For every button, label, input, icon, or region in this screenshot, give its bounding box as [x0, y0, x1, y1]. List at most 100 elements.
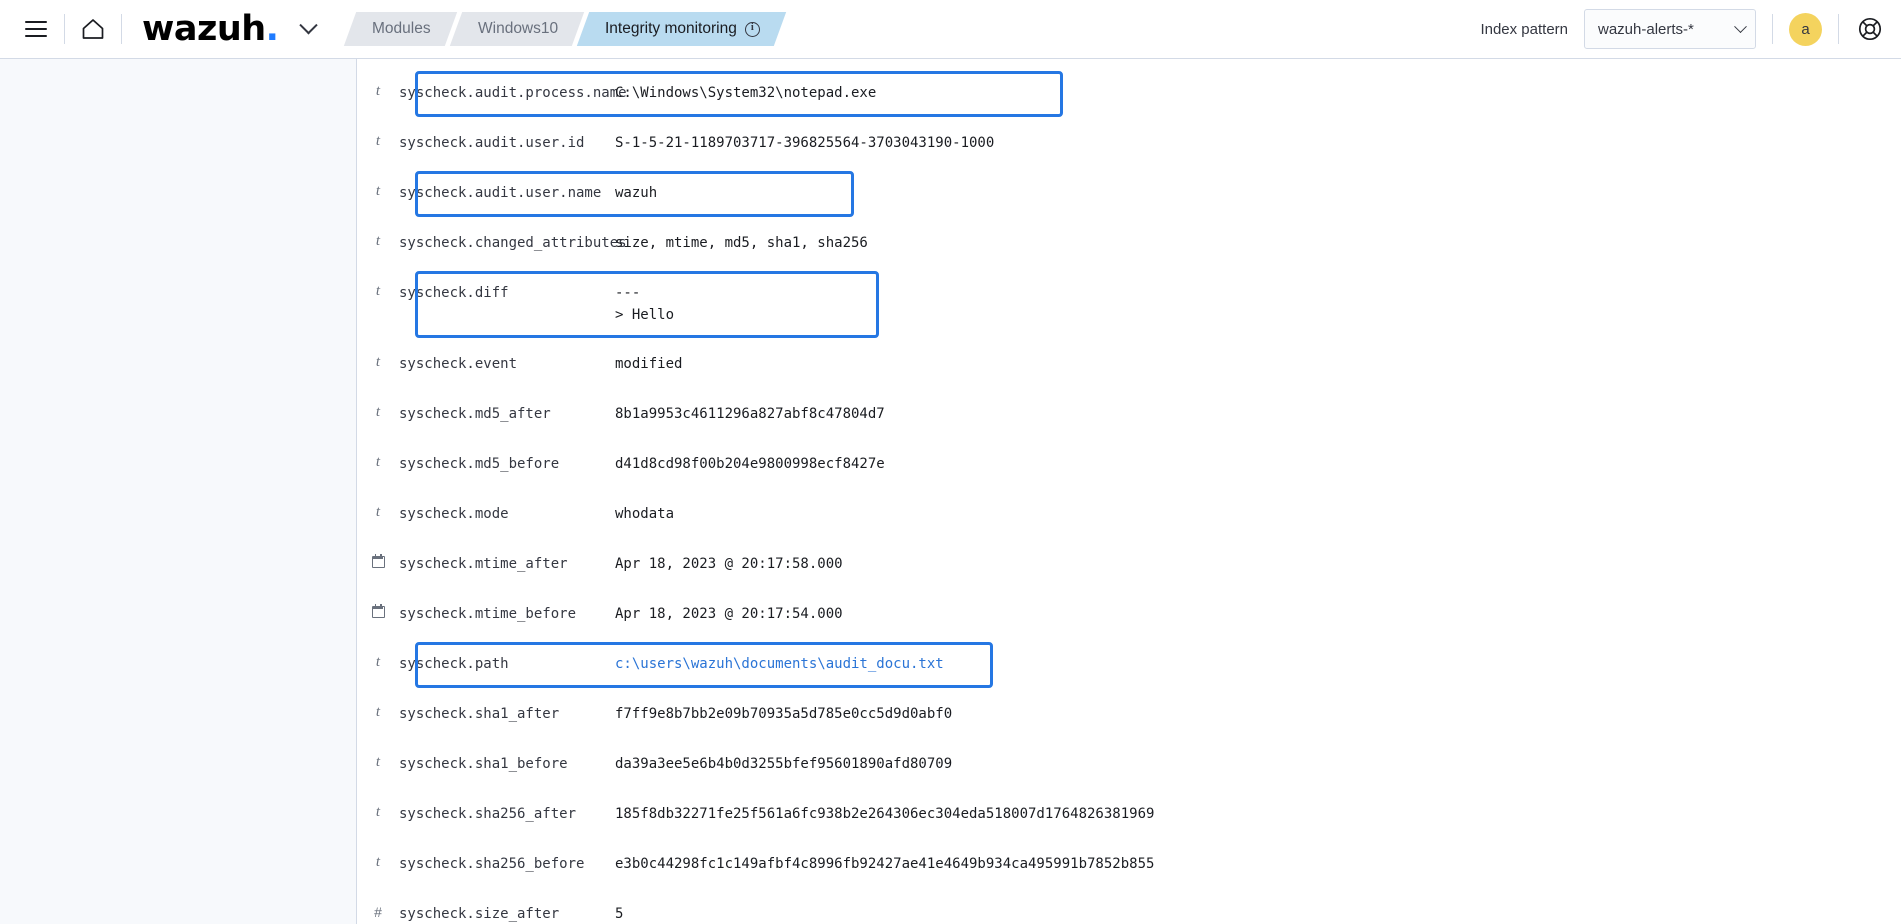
- nav-divider-3: [1772, 14, 1773, 44]
- document-field-row: # syscheck.size_after 5: [357, 890, 1901, 924]
- document-field-row: t syscheck.event modified: [357, 340, 1901, 390]
- breadcrumb-label: Modules: [372, 20, 432, 37]
- nav-divider-2: [121, 14, 122, 44]
- field-value: modified: [615, 355, 683, 372]
- string-type-icon: t: [375, 853, 381, 870]
- index-pattern-select[interactable]: wazuh-alerts-*: [1584, 9, 1756, 49]
- string-type-icon: t: [375, 183, 381, 199]
- string-type-icon: t: [375, 803, 381, 820]
- index-pattern-value: wazuh-alerts-*: [1598, 20, 1694, 38]
- document-field-row: t syscheck.audit.process.name C:\Windows\S…: [357, 69, 1901, 119]
- field-name: syscheck.mode: [399, 505, 509, 522]
- help-button[interactable]: [1855, 7, 1885, 51]
- string-type-icon: t: [375, 283, 381, 299]
- field-value: Apr 18, 2023 @ 20:17:54.000: [615, 605, 843, 622]
- breadcrumb: Modules Windows10 Integrity monitoring i: [344, 12, 787, 46]
- document-field-row: t syscheck.sha256_before e3b0c44298fc1c149…: [357, 840, 1901, 890]
- field-name: syscheck.sha256_before: [399, 855, 585, 872]
- field-name: syscheck.sha1_before: [399, 755, 568, 772]
- document-field-row: t syscheck.md5_before d41d8cd98f00b204e980…: [357, 440, 1901, 490]
- string-type-icon: t: [375, 703, 381, 720]
- string-type-icon: t: [375, 753, 381, 770]
- document-field-row: t syscheck.sha1_after f7ff9e8b7bb2e09b7093…: [357, 690, 1901, 740]
- field-name: syscheck.path: [399, 655, 509, 672]
- logo-dropdown-button[interactable]: [288, 7, 328, 51]
- field-name: syscheck.md5_after: [399, 405, 551, 422]
- field-value: size, mtime, md5, sha1, sha256: [615, 235, 868, 251]
- field-name: syscheck.audit.user.name: [399, 185, 602, 201]
- field-value: wazuh: [615, 185, 658, 201]
- document-field-row: t syscheck.sha1_before da39a3ee5e6b4b0d325…: [357, 740, 1901, 790]
- field-name: syscheck.mtime_before: [399, 605, 577, 622]
- breadcrumb-item-modules[interactable]: Modules: [344, 12, 458, 46]
- field-name: syscheck.event: [399, 355, 518, 372]
- field-value: d41d8cd98f00b204e9800998ecf8427e: [615, 455, 885, 472]
- avatar[interactable]: a: [1789, 12, 1822, 46]
- document-field-row: t syscheck.path c:\users\wazuh\documents\a…: [357, 640, 1901, 690]
- hamburger-menu-button[interactable]: [14, 7, 58, 51]
- field-value: C:\Windows\System32\notepad.exe: [615, 85, 877, 101]
- string-type-icon: t: [375, 83, 381, 99]
- document-field-row: t syscheck.changed_attributes size, mtime,…: [357, 219, 1901, 269]
- field-name: syscheck.audit.user.id: [399, 135, 585, 151]
- left-gutter: [0, 59, 357, 924]
- nav-left-group: wazuh. Modules Windows10 Integrity monit…: [14, 0, 787, 58]
- help-lifebuoy-icon: [1858, 17, 1882, 41]
- nav-divider-4: [1838, 14, 1839, 44]
- chevron-down-icon: [299, 15, 318, 34]
- string-type-icon: t: [375, 653, 381, 670]
- top-navigation-bar: wazuh. Modules Windows10 Integrity monit…: [0, 0, 1901, 59]
- home-button[interactable]: [71, 7, 115, 51]
- field-name: syscheck.audit.process.name: [399, 85, 627, 101]
- string-type-icon: t: [375, 403, 381, 420]
- string-type-icon: t: [375, 353, 381, 370]
- field-value: whodata: [615, 505, 675, 522]
- nav-right-group: Index pattern wazuh-alerts-* a: [1480, 0, 1885, 58]
- field-name: syscheck.mtime_after: [399, 555, 568, 572]
- field-name: syscheck.sha256_after: [399, 805, 577, 822]
- field-name: syscheck.size_after: [399, 905, 560, 922]
- field-value: 8b1a9953c4611296a827abf8c47804d7: [615, 405, 885, 422]
- number-type-icon: #: [374, 903, 382, 920]
- home-icon: [82, 19, 104, 39]
- document-field-row: t syscheck.md5_after 8b1a9953c4611296a827a…: [357, 390, 1901, 440]
- hamburger-menu-icon: [25, 21, 47, 37]
- document-field-list: t syscheck.audit.process.name C:\Windows\S…: [357, 59, 1901, 924]
- wazuh-logo-text: wazuh: [142, 8, 266, 49]
- field-value: 5: [615, 905, 624, 922]
- document-field-row: t syscheck.diff --- > Hello: [357, 269, 1901, 340]
- breadcrumb-label: Integrity monitoring: [605, 20, 737, 37]
- wazuh-logo-dot: .: [265, 8, 279, 49]
- document-field-row: syscheck.mtime_before Apr 18, 2023 @ 20:1…: [357, 590, 1901, 640]
- field-value: S-1-5-21-1189703717-396825564-3703043190…: [615, 135, 995, 151]
- document-field-row: syscheck.mtime_after Apr 18, 2023 @ 20:17…: [357, 540, 1901, 590]
- chevron-down-icon: [1734, 19, 1747, 33]
- string-type-icon: t: [375, 503, 381, 520]
- string-type-icon: t: [375, 453, 381, 470]
- document-field-row: t syscheck.mode whodata: [357, 490, 1901, 540]
- field-value: f7ff9e8b7bb2e09b70935a5d785e0cc5d9d0abf0: [615, 705, 953, 722]
- field-name: syscheck.diff: [399, 285, 509, 301]
- breadcrumb-label: Windows10: [478, 20, 559, 37]
- field-value: e3b0c44298fc1c149afbf4c8996fb92427ae41e4…: [615, 855, 1155, 872]
- string-type-icon: t: [375, 233, 381, 249]
- document-field-row: t syscheck.audit.user.name wazuh: [357, 169, 1901, 219]
- wazuh-logo[interactable]: wazuh.: [142, 8, 279, 49]
- field-name: syscheck.sha1_after: [399, 705, 560, 722]
- document-field-row: t syscheck.sha256_after 185f8db32271fe25f5…: [357, 790, 1901, 840]
- document-detail-panel: t syscheck.audit.process.name C:\Windows\S…: [357, 59, 1901, 924]
- date-type-icon: [357, 603, 399, 621]
- field-value-link[interactable]: c:\users\wazuh\documents\audit_docu.txt: [615, 653, 1901, 675]
- field-value: Apr 18, 2023 @ 20:17:58.000: [615, 555, 843, 572]
- breadcrumb-item-windows10[interactable]: Windows10: [449, 12, 585, 46]
- breadcrumb-item-integrity-monitoring[interactable]: Integrity monitoring i: [577, 12, 787, 46]
- info-circle-icon[interactable]: i: [745, 21, 760, 37]
- page-body: t syscheck.audit.process.name C:\Windows\S…: [0, 59, 1901, 924]
- field-name: syscheck.md5_before: [399, 455, 560, 472]
- field-name: syscheck.changed_attributes: [399, 235, 627, 251]
- document-field-row: t syscheck.audit.user.id S-1-5-21-11897037…: [357, 119, 1901, 169]
- nav-divider-1: [64, 14, 65, 44]
- string-type-icon: t: [375, 133, 381, 149]
- field-value: --- > Hello: [615, 285, 675, 324]
- field-value: 185f8db32271fe25f561a6fc938b2e264306ec30…: [615, 805, 1155, 822]
